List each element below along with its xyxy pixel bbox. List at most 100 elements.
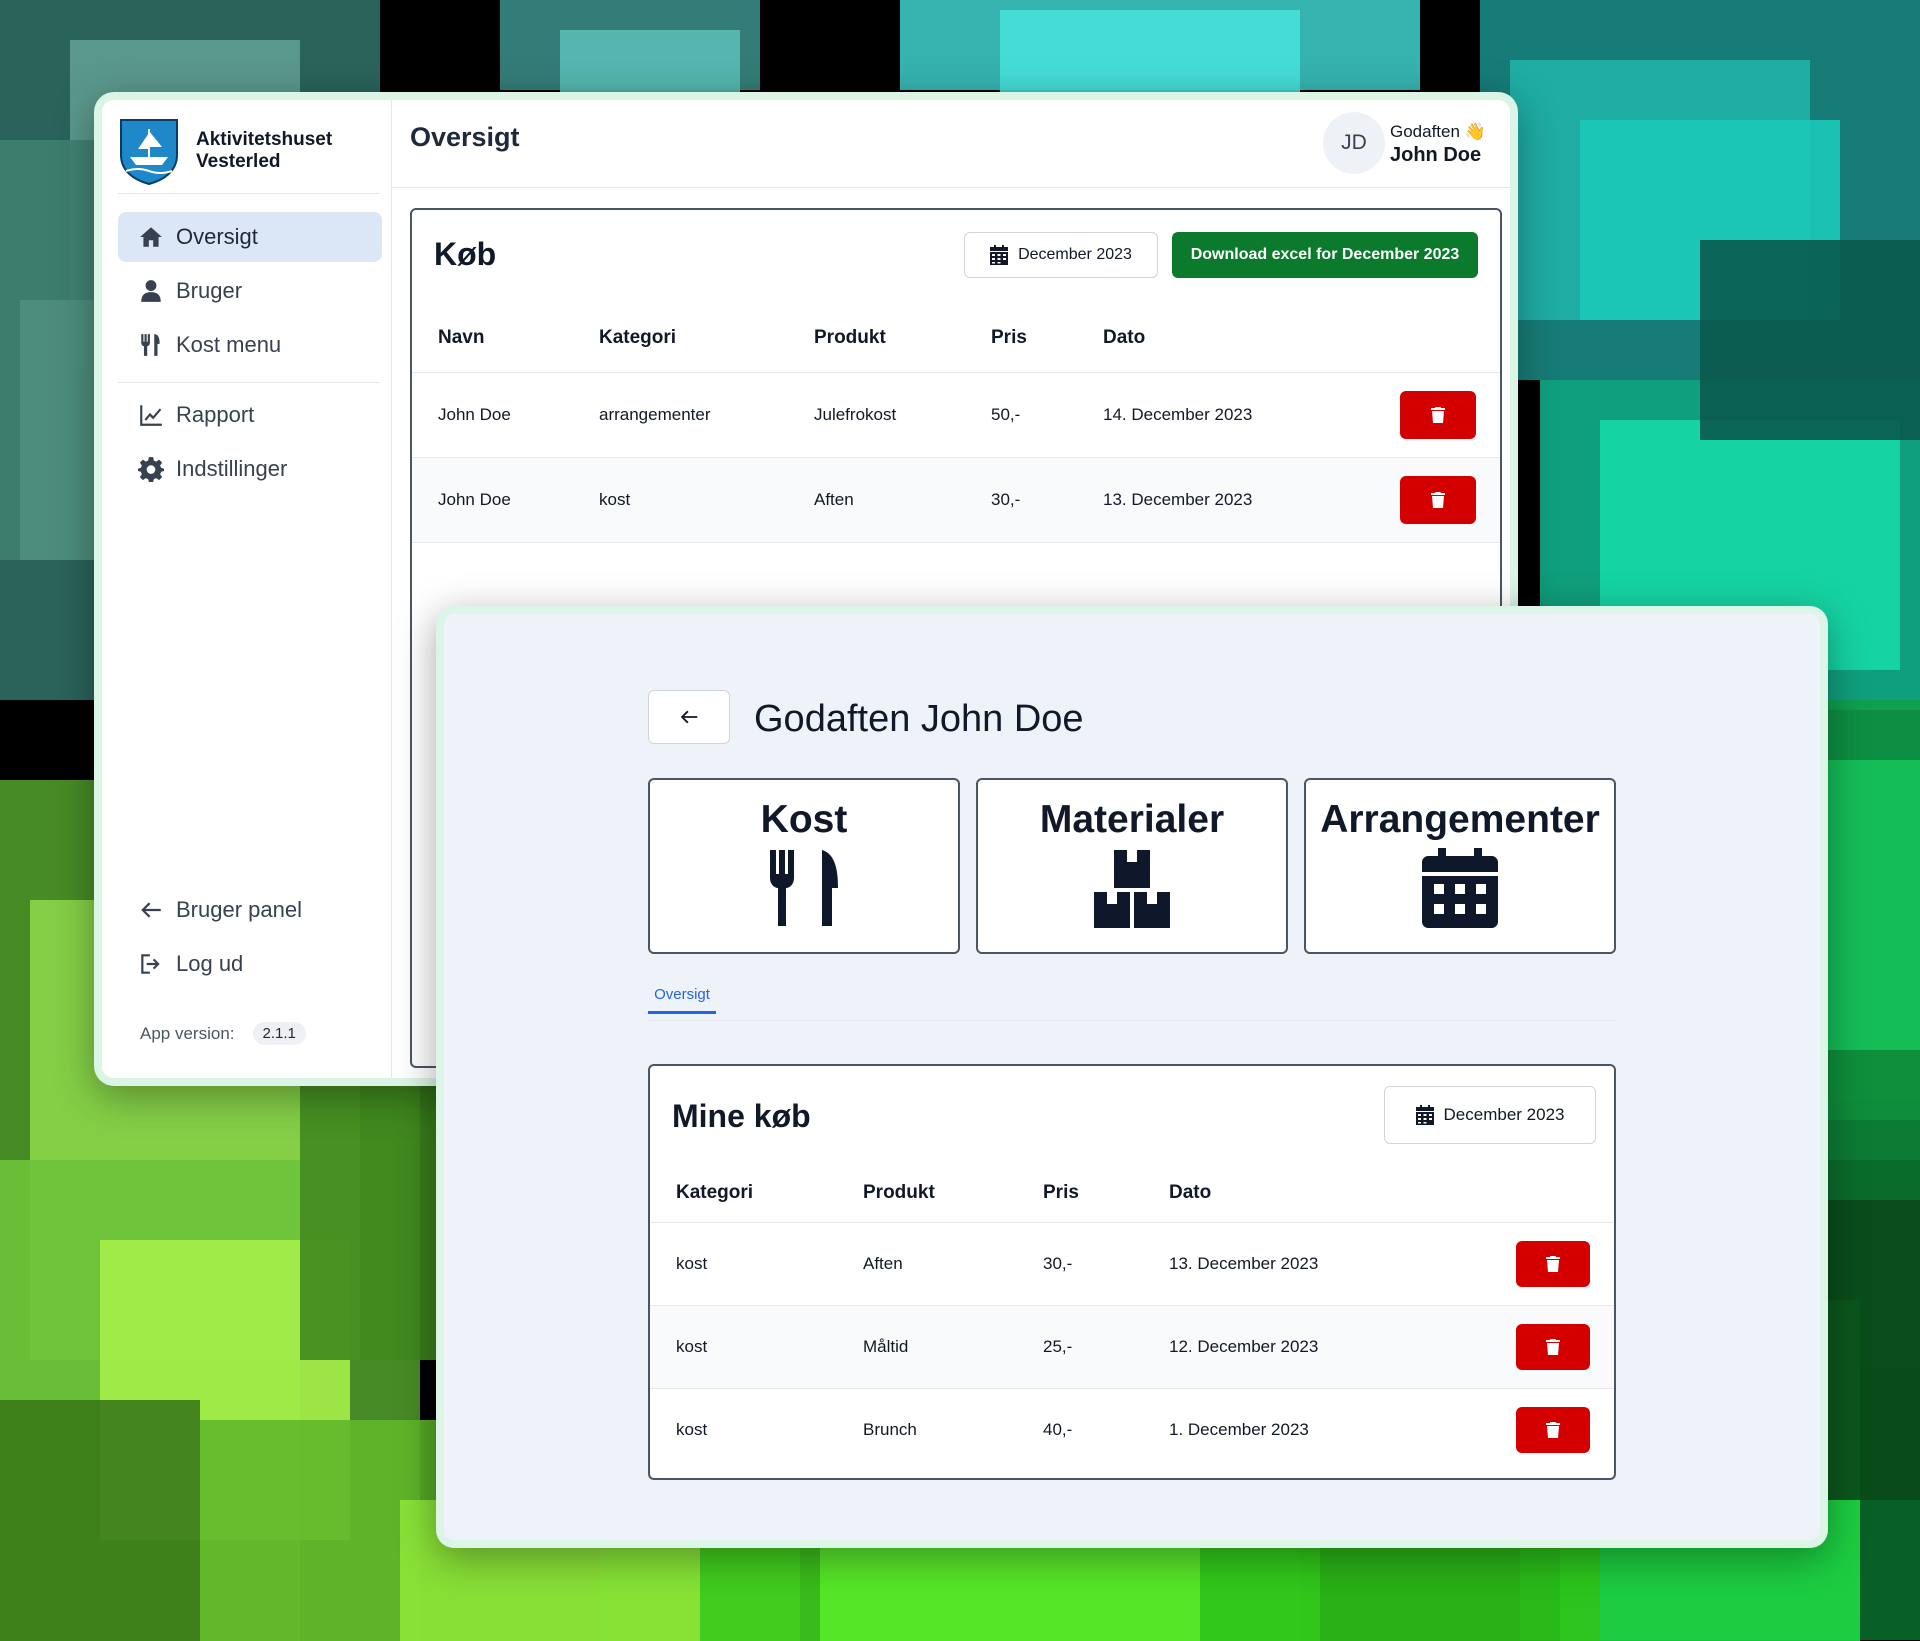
brand[interactable]: Aktivitetshuset Vesterled xyxy=(118,108,380,194)
sidebar-item-label: Kost menu xyxy=(176,332,282,357)
month-picker-button[interactable]: December 2023 xyxy=(1384,1086,1596,1144)
brand-name-line2: Vesterled xyxy=(196,150,281,172)
tab-underline xyxy=(648,1020,1616,1021)
table-row: kost Måltid 25,- 12. December 2023 xyxy=(650,1305,1614,1388)
cell-dato: 1. December 2023 xyxy=(1169,1419,1309,1439)
cell-kategori: kost xyxy=(599,489,631,509)
table-row: kost Brunch 40,- 1. December 2023 xyxy=(650,1388,1614,1471)
delete-button[interactable] xyxy=(1516,1406,1590,1453)
column-header: Pris xyxy=(1043,1181,1079,1203)
purchases-table: Navn Kategori Produkt Pris Dato John Doe… xyxy=(412,304,1500,543)
column-header: Dato xyxy=(1103,326,1146,348)
table-row: kost Aften 30,- 13. December 2023 xyxy=(650,1222,1614,1305)
month-picker-button[interactable]: December 2023 xyxy=(964,232,1158,278)
cell-kategori: kost xyxy=(676,1336,708,1356)
trash-icon xyxy=(1431,491,1445,508)
back-button[interactable] xyxy=(648,690,730,744)
my-purchases-title: Mine køb xyxy=(672,1098,811,1134)
app-version: App version: 2.1.1 xyxy=(140,1022,306,1045)
logout-icon xyxy=(141,954,160,974)
category-card-materialer[interactable]: Materialer xyxy=(976,778,1288,954)
column-header: Produkt xyxy=(814,326,886,348)
tab-oversigt[interactable]: Oversigt xyxy=(648,986,716,1014)
delete-button[interactable] xyxy=(1516,1323,1590,1370)
cell-produkt: Brunch xyxy=(863,1419,917,1439)
background-tile xyxy=(1700,240,1920,440)
avatar[interactable]: JD xyxy=(1323,112,1385,174)
arrow-left-icon xyxy=(141,902,161,918)
delete-button[interactable] xyxy=(1516,1240,1590,1287)
my-purchases-table: Kategori Produkt Pris Dato kost Aften 30… xyxy=(650,1164,1614,1471)
home-icon xyxy=(140,227,162,247)
category-label: Kost xyxy=(760,798,848,841)
cell-pris: 50,- xyxy=(991,404,1021,424)
cell-produkt: Aften xyxy=(863,1253,903,1273)
cell-pris: 40,- xyxy=(1043,1419,1073,1439)
sidebar-item-log-ud[interactable]: Log ud xyxy=(118,939,382,989)
cell-produkt: Aften xyxy=(814,489,854,509)
user-name: John Doe xyxy=(1390,144,1482,166)
delete-button[interactable] xyxy=(1400,390,1476,439)
cell-pris: 30,- xyxy=(991,489,1021,509)
user-icon xyxy=(141,280,161,302)
utensils-icon xyxy=(770,850,838,926)
cell-dato: 13. December 2023 xyxy=(1103,489,1253,509)
month-picker-label: December 2023 xyxy=(1443,1105,1565,1124)
trash-icon xyxy=(1546,1421,1560,1438)
app-version-badge: 2.1.1 xyxy=(252,1022,306,1045)
sidebar-item-kost-menu[interactable]: Kost menu xyxy=(118,320,382,370)
sidebar-item-label: Bruger panel xyxy=(176,897,302,922)
delete-button[interactable] xyxy=(1400,475,1476,524)
app-version-label: App version: xyxy=(140,1023,235,1043)
column-header: Navn xyxy=(438,326,485,348)
cell-dato: 14. December 2023 xyxy=(1103,404,1253,424)
column-header: Kategori xyxy=(676,1181,754,1203)
sidebar-item-label: Log ud xyxy=(176,951,244,976)
table-row: John Doe arrangementer Julefrokost 50,- … xyxy=(412,372,1500,457)
calendar-icon xyxy=(1422,848,1498,928)
chart-line-icon xyxy=(140,405,162,426)
top-bar: Oversigt JD Godaften 👋 John Doe xyxy=(392,100,1510,188)
cell-dato: 13. December 2023 xyxy=(1169,1253,1319,1273)
category-label: Materialer xyxy=(1039,798,1225,841)
crest-logo xyxy=(120,118,178,185)
cell-navn: John Doe xyxy=(438,404,511,424)
trash-icon xyxy=(1546,1338,1560,1355)
table-row: John Doe kost Aften 30,- 13. December 20… xyxy=(412,457,1500,542)
greeting-heading: Godaften John Doe xyxy=(754,698,1084,740)
sidebar: Aktivitetshuset Vesterled Oversigt Bruge… xyxy=(102,100,392,1078)
cell-kategori: arrangementer xyxy=(599,404,711,424)
sidebar-item-indstillinger[interactable]: Indstillinger xyxy=(118,444,382,494)
category-card-kost[interactable]: Kost xyxy=(648,778,960,954)
page-title: Oversigt xyxy=(410,122,520,152)
cell-pris: 25,- xyxy=(1043,1336,1073,1356)
category-label: Arrangementer xyxy=(1320,798,1600,841)
category-card-arrangementer[interactable]: Arrangementer xyxy=(1304,778,1616,954)
arrow-left-icon xyxy=(680,710,698,724)
sidebar-item-label: Rapport xyxy=(176,402,255,427)
gear-icon xyxy=(138,457,164,482)
month-picker-label: December 2023 xyxy=(1018,246,1132,263)
sidebar-divider xyxy=(118,382,380,383)
sidebar-item-bruger-panel[interactable]: Bruger panel xyxy=(118,885,382,935)
trash-icon xyxy=(1546,1255,1560,1272)
purchases-title: Køb xyxy=(434,236,497,272)
calendar-icon xyxy=(990,245,1009,265)
sidebar-item-bruger[interactable]: Bruger xyxy=(118,266,382,316)
background-tile xyxy=(0,1400,200,1641)
column-header: Pris xyxy=(991,326,1027,348)
greeting-text: Godaften 👋 xyxy=(1390,122,1486,141)
my-purchases-card: Mine køb December 2023 Kategori Produkt … xyxy=(648,1064,1616,1480)
sidebar-item-rapport[interactable]: Rapport xyxy=(118,390,382,440)
utensils-icon xyxy=(141,334,160,356)
cell-produkt: Måltid xyxy=(863,1336,909,1356)
cell-kategori: kost xyxy=(676,1419,708,1439)
background-tile xyxy=(1000,10,1300,100)
cell-dato: 12. December 2023 xyxy=(1169,1336,1319,1356)
cell-pris: 30,- xyxy=(1043,1253,1073,1273)
sidebar-item-label: Oversigt xyxy=(176,224,258,249)
download-excel-button[interactable]: Download excel for December 2023 xyxy=(1172,232,1478,278)
sidebar-item-oversigt[interactable]: Oversigt xyxy=(118,212,382,262)
boxes-icon xyxy=(1094,850,1170,928)
user-panel-window: Godaften John Doe Kost Materialer Arrang… xyxy=(436,606,1828,1548)
